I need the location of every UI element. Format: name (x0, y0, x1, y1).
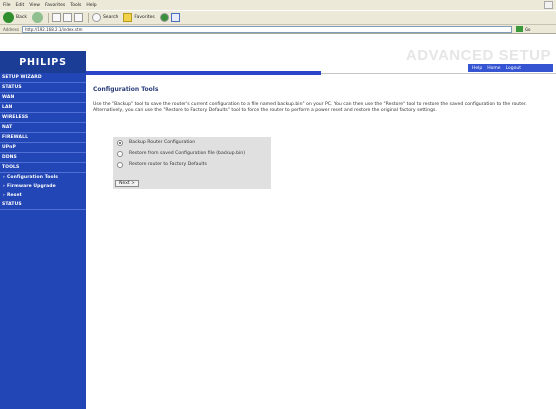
sidebar-subitem-firmware-upgrade[interactable]: › Firmware Upgrade (0, 182, 86, 191)
menu-view[interactable]: View (29, 3, 40, 8)
go-button[interactable]: Go (515, 26, 531, 32)
page-title: Configuration Tools (93, 86, 159, 93)
sidebar-item-wireless[interactable]: WIRELESS (0, 113, 86, 123)
home-link[interactable]: Home (487, 66, 500, 71)
sidebar-item-setup-wizard[interactable]: SETUP WIZARD (0, 73, 86, 83)
sidebar-item-wan[interactable]: WAN (0, 93, 86, 103)
option-label: Restore from saved Configuration file (b… (129, 151, 245, 156)
sidebar-subitem-reset[interactable]: › Reset (0, 191, 86, 200)
favorites-star-icon[interactable] (123, 13, 133, 22)
favorites-button-label[interactable]: Favorites (134, 15, 154, 20)
brand-name: PHILIPS (19, 56, 67, 68)
arrow-icon: › (3, 175, 5, 180)
toolbar-separator (87, 12, 89, 23)
menu-file[interactable]: File (3, 3, 11, 8)
browser-toolbar: Back Search Favorites (0, 10, 556, 25)
media-icon[interactable] (159, 13, 169, 22)
header-divider-gray (321, 73, 556, 74)
sidebar-item-ddns[interactable]: DDNS (0, 153, 86, 163)
option-backup[interactable]: Backup Router Configuration (113, 137, 271, 148)
go-label: Go (524, 26, 531, 32)
header-links: Help Home Logout (468, 64, 553, 72)
brand-logo: PHILIPS (0, 51, 86, 73)
sidebar-subitem-label: Firmware Upgrade (6, 184, 56, 189)
menu-favorites[interactable]: Favorites (45, 3, 65, 8)
radio-factory-defaults[interactable] (117, 161, 123, 168)
menu-edit[interactable]: Edit (16, 3, 25, 8)
menu-tools[interactable]: Tools (70, 3, 81, 8)
sidebar-item-firewall[interactable]: FIREWALL (0, 133, 86, 143)
sidebar-item-tools[interactable]: TOOLS (0, 163, 86, 173)
stop-icon[interactable] (51, 13, 61, 22)
toolbar-separator (47, 12, 49, 23)
option-label: Backup Router Configuration (129, 140, 196, 145)
arrow-icon: › (3, 193, 5, 198)
help-link[interactable]: Help (472, 66, 482, 71)
sidebar-item-status[interactable]: STATUS (0, 83, 86, 93)
section-title: ADVANCED SETUP (405, 47, 551, 64)
option-restore[interactable]: Restore from saved Configuration file (b… (113, 148, 271, 159)
sidebar-nav: SETUP WIZARD STATUS WAN LAN WIRELESS NAT… (0, 73, 86, 409)
radio-backup[interactable] (117, 139, 123, 146)
logout-link[interactable]: Logout (506, 66, 521, 71)
sidebar-item-status-bottom[interactable]: STATUS (0, 200, 86, 210)
sidebar-subitem-label: Configuration Tools (6, 175, 59, 180)
address-bar: Address http://192.168.2.1/index.stm Go (0, 25, 556, 34)
windows-logo-icon (544, 1, 553, 9)
radio-restore[interactable] (117, 150, 123, 157)
sidebar-item-nat[interactable]: NAT (0, 123, 86, 133)
sidebar-item-upnp[interactable]: UPnP (0, 143, 86, 153)
header-divider (86, 71, 321, 75)
option-factory-defaults[interactable]: Restore router to Factory Defaults (113, 159, 271, 170)
search-button-label[interactable]: Search (103, 15, 118, 20)
refresh-icon[interactable] (62, 13, 72, 22)
page-description: Use the "Backup" tool to save the router… (93, 102, 527, 114)
sidebar-item-lan[interactable]: LAN (0, 103, 86, 113)
mail-icon[interactable] (170, 13, 180, 22)
back-button-label[interactable]: Back (16, 15, 27, 20)
main-content: Configuration Tools Use the "Backup" too… (93, 86, 548, 115)
forward-arrow-icon[interactable] (31, 12, 43, 23)
home-icon[interactable] (73, 13, 83, 22)
arrow-icon: › (3, 184, 5, 189)
address-input[interactable]: http://192.168.2.1/index.stm (21, 25, 512, 33)
address-label: Address (3, 26, 19, 32)
search-icon[interactable] (91, 13, 101, 22)
next-button[interactable]: Next > (115, 180, 139, 187)
menu-help[interactable]: Help (86, 3, 96, 8)
sidebar-subitem-configuration-tools[interactable]: › Configuration Tools (0, 173, 86, 182)
go-arrow-icon (515, 26, 523, 32)
option-label: Restore router to Factory Defaults (129, 162, 207, 167)
sidebar-subitem-label: Reset (6, 193, 22, 198)
browser-menubar: File Edit View Favorites Tools Help (0, 0, 556, 10)
back-arrow-icon[interactable] (3, 12, 14, 23)
